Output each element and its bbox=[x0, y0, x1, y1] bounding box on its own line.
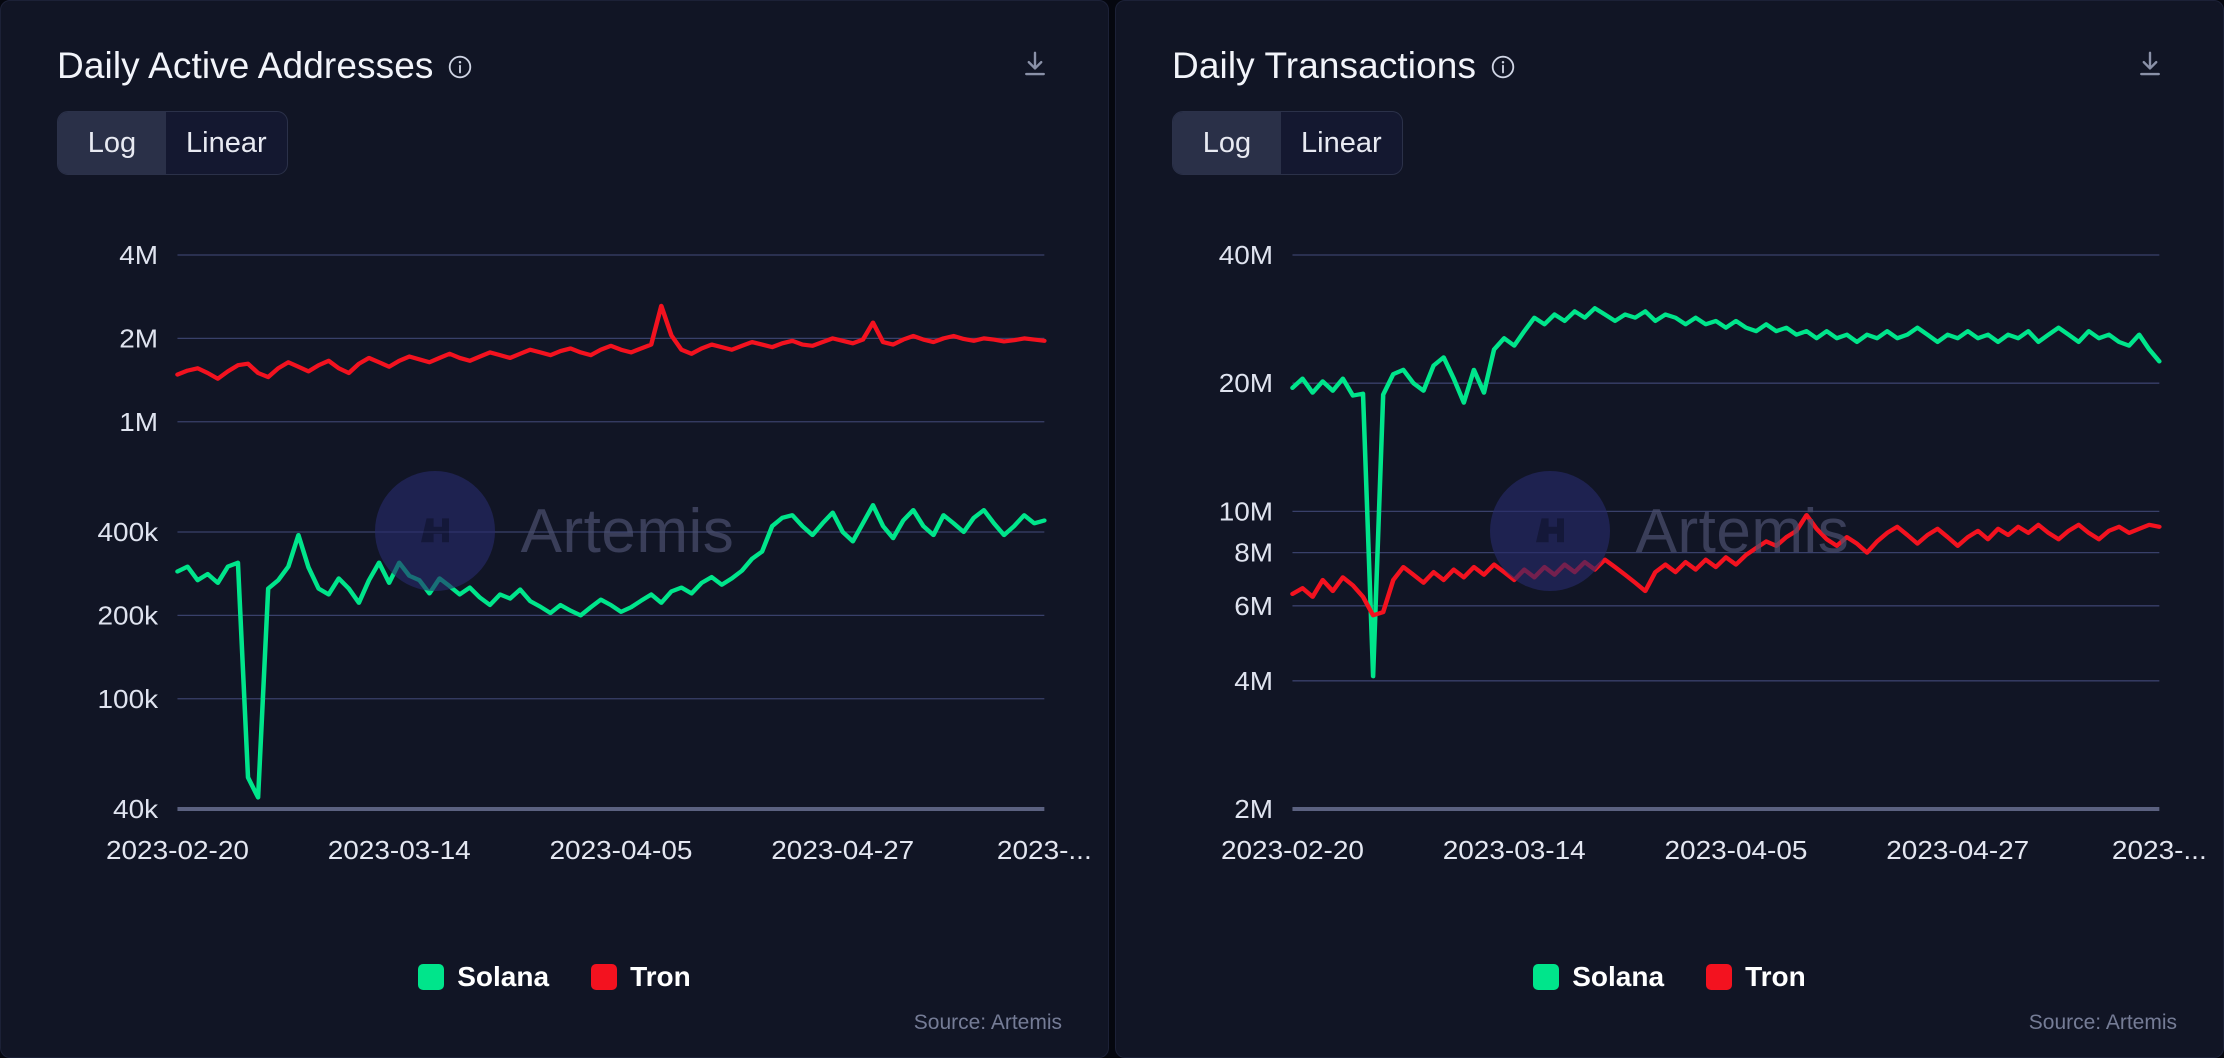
legend-swatch-tron bbox=[591, 964, 618, 990]
source-label: Source: Artemis bbox=[2028, 1011, 2177, 1034]
y-axis-tick-label: 20M bbox=[1219, 369, 1273, 398]
series-line-tron bbox=[175, 303, 1047, 381]
legend-item-tron[interactable]: Tron bbox=[591, 961, 691, 993]
y-axis-tick-label: 200k bbox=[97, 601, 158, 630]
x-axis-tick-label: 2023-04-27 bbox=[1886, 836, 2029, 865]
y-axis-tick-label: 4M bbox=[1234, 667, 1273, 696]
scale-toggle[interactable]: Log Linear bbox=[57, 111, 288, 175]
x-axis-tick-label: 2023-... bbox=[2112, 836, 2207, 865]
page-title: Daily Active Addresses bbox=[57, 45, 434, 86]
y-axis-tick-label: 8M bbox=[1234, 539, 1273, 568]
info-circle-icon[interactable] bbox=[447, 51, 473, 80]
toggle-option-linear[interactable]: Linear bbox=[166, 112, 287, 174]
legend-label-solana: Solana bbox=[1572, 961, 1665, 992]
legend-swatch-solana bbox=[1533, 964, 1560, 990]
y-axis-tick-label: 40M bbox=[1219, 241, 1273, 270]
chart-plot-area: 40M 20M 10M 8M 6M 4M 2M 2023-02-20 2023-03-14 202… bbox=[1172, 241, 2207, 891]
series-line-tron bbox=[1290, 513, 2162, 618]
panel-title-row: Daily Active Addresses bbox=[57, 47, 473, 84]
chart-plot-area: 4M 2M 1M 400k 200k 100k 40k 2023-02-20 2023-03-1… bbox=[57, 241, 1091, 891]
y-axis-tick-label: 2M bbox=[1234, 795, 1273, 824]
x-axis-tick-label: 2023-03-14 bbox=[1443, 836, 1586, 865]
legend-item-tron[interactable]: Tron bbox=[1706, 961, 1806, 993]
panel-header: Daily Transactions bbox=[1172, 47, 2167, 84]
y-axis-tick-label: 4M bbox=[119, 241, 158, 270]
y-axis-tick-label: 1M bbox=[119, 408, 158, 437]
y-axis-tick-label: 400k bbox=[97, 518, 158, 547]
charts-dashboard: Daily Active Addresses Log Linear 4M 2M … bbox=[0, 0, 2224, 1058]
legend-item-solana[interactable]: Solana bbox=[418, 961, 549, 993]
chart-legend: Solana Tron bbox=[1116, 961, 2223, 993]
y-axis-tick-label: 2M bbox=[119, 324, 158, 353]
x-axis-tick-label: 2023-04-05 bbox=[1664, 836, 1807, 865]
x-axis-tick-label: 2023-02-20 bbox=[1221, 836, 1364, 865]
series-line-solana bbox=[1290, 306, 2162, 679]
y-axis-tick-label: 10M bbox=[1219, 497, 1273, 526]
y-axis-tick-label: 40k bbox=[113, 795, 159, 824]
legend-label-solana: Solana bbox=[457, 961, 550, 992]
panel-daily-transactions: Daily Transactions Log Linear 40M 20M 10… bbox=[1115, 0, 2224, 1058]
info-circle-icon[interactable] bbox=[1490, 51, 1516, 80]
legend-swatch-tron bbox=[1706, 964, 1733, 990]
x-axis-tick-label: 2023-04-05 bbox=[549, 836, 692, 865]
series-line-solana bbox=[175, 503, 1047, 800]
toggle-option-linear[interactable]: Linear bbox=[1281, 112, 1402, 174]
scale-toggle[interactable]: Log Linear bbox=[1172, 111, 1403, 175]
page-title: Daily Transactions bbox=[1172, 45, 1477, 86]
panel-title-row: Daily Transactions bbox=[1172, 47, 1516, 84]
y-axis-tick-label: 100k bbox=[97, 685, 158, 714]
legend-item-solana[interactable]: Solana bbox=[1533, 961, 1664, 993]
x-axis-tick-label: 2023-02-20 bbox=[106, 836, 249, 865]
chart-legend: Solana Tron bbox=[1, 961, 1108, 993]
legend-swatch-solana bbox=[418, 964, 445, 990]
x-axis-tick-label: 2023-... bbox=[997, 836, 1092, 865]
panel-daily-active-addresses: Daily Active Addresses Log Linear 4M 2M … bbox=[0, 0, 1109, 1058]
download-icon[interactable] bbox=[2133, 47, 2167, 81]
x-axis-tick-label: 2023-04-27 bbox=[771, 836, 914, 865]
toggle-option-log[interactable]: Log bbox=[58, 112, 166, 174]
source-label: Source: Artemis bbox=[913, 1011, 1062, 1034]
x-axis-tick-label: 2023-03-14 bbox=[328, 836, 471, 865]
y-axis-tick-label: 6M bbox=[1234, 592, 1273, 621]
legend-label-tron: Tron bbox=[630, 961, 691, 992]
toggle-option-log[interactable]: Log bbox=[1173, 112, 1281, 174]
legend-label-tron: Tron bbox=[1745, 961, 1806, 992]
download-icon[interactable] bbox=[1018, 47, 1052, 81]
panel-header: Daily Active Addresses bbox=[57, 47, 1052, 84]
